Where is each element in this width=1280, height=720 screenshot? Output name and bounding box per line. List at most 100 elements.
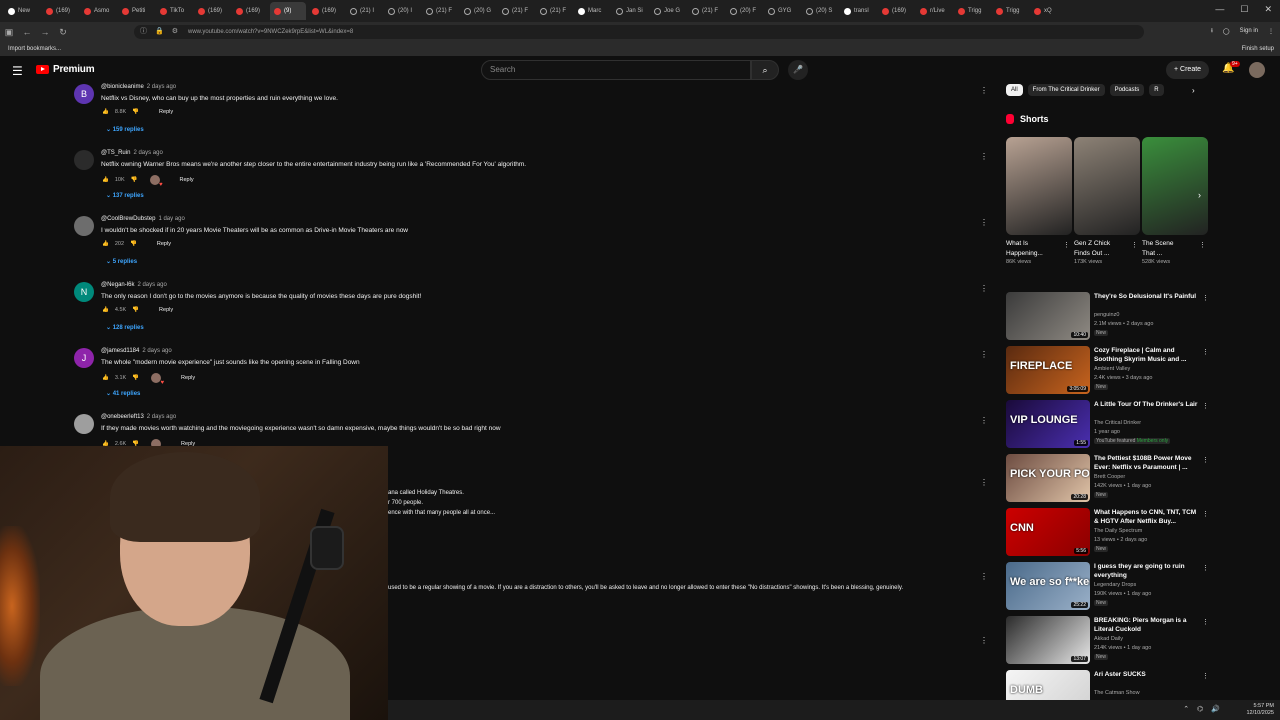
shorts-next-icon[interactable]: › bbox=[1198, 190, 1201, 200]
video-menu-icon[interactable]: ⋮ bbox=[1202, 618, 1209, 626]
video-channel[interactable]: penguinz0 bbox=[1094, 312, 1119, 318]
recommended-video[interactable]: We are so f**ked 25:22 I guess they are go… bbox=[1006, 562, 1222, 612]
comment-author[interactable]: @TS_Ruin 2 days ago bbox=[101, 150, 163, 156]
browser-tab[interactable]: New bbox=[4, 2, 40, 20]
video-channel[interactable]: Legendary Drops bbox=[1094, 582, 1136, 588]
recommended-video[interactable]: PICK YOUR POISON 20:28 The Pettiest $108B … bbox=[1006, 454, 1222, 504]
video-thumbnail[interactable]: CNN 5:56 bbox=[1006, 508, 1090, 556]
short-item[interactable]: Gen Z Chick Finds Out ... 173K views ⋮ bbox=[1074, 137, 1140, 265]
video-title[interactable]: Cozy Fireplace | Calm and Soothing Skyri… bbox=[1094, 346, 1198, 364]
browser-tab[interactable]: (21) F bbox=[422, 2, 458, 20]
like-icon[interactable]: 👍 bbox=[102, 241, 109, 247]
browser-tab[interactable]: xQ bbox=[1030, 2, 1066, 20]
video-menu-icon[interactable]: ⋮ bbox=[1202, 456, 1209, 464]
comment-author[interactable]: @Negan-l6k 2 days ago bbox=[101, 282, 167, 288]
video-menu-icon[interactable]: ⋮ bbox=[1202, 672, 1209, 680]
like-icon[interactable]: 👍 bbox=[102, 375, 109, 381]
comment-author[interactable]: @onebeerleft13 2 days ago bbox=[101, 414, 176, 420]
browser-tab[interactable]: Joe G bbox=[650, 2, 686, 20]
short-menu-icon[interactable]: ⋮ bbox=[1131, 241, 1138, 249]
video-channel[interactable]: Akkad Daily bbox=[1094, 636, 1123, 642]
network-icon[interactable]: ⌬ bbox=[1197, 705, 1203, 713]
commenter-avatar[interactable]: B bbox=[74, 84, 94, 104]
comment-time[interactable]: 2 days ago bbox=[133, 150, 162, 156]
video-title[interactable]: I guess they are going to ruin everythin… bbox=[1094, 562, 1198, 580]
chevron-up-icon[interactable]: ⌃ bbox=[1183, 705, 1189, 713]
maximize-icon[interactable]: ☐ bbox=[1240, 4, 1248, 15]
comment-menu-icon[interactable]: ⋮ bbox=[980, 284, 988, 293]
video-menu-icon[interactable]: ⋮ bbox=[1202, 294, 1209, 302]
sidebar-toggle-icon[interactable]: ▣ bbox=[0, 27, 18, 38]
dislike-icon[interactable]: 👎 bbox=[131, 177, 138, 183]
back-icon[interactable]: ← bbox=[18, 27, 36, 37]
short-menu-icon[interactable]: ⋮ bbox=[1199, 241, 1206, 249]
video-thumbnail[interactable]: 10:40 bbox=[1006, 292, 1090, 340]
like-icon[interactable]: 👍 bbox=[102, 177, 109, 183]
author-handle[interactable]: @onebeerleft13 bbox=[101, 414, 144, 420]
dislike-icon[interactable]: 👎 bbox=[132, 307, 139, 313]
dislike-icon[interactable]: 👎 bbox=[132, 375, 139, 381]
browser-tab[interactable]: TikTo bbox=[156, 2, 192, 20]
comment-author[interactable]: @CoolBrewDubstep 1 day ago bbox=[101, 216, 185, 222]
comment-author[interactable]: @bionicleanime 2 days ago bbox=[101, 84, 176, 90]
comment-menu-icon[interactable]: ⋮ bbox=[980, 636, 988, 645]
video-thumbnail[interactable]: PICK YOUR POISON 20:28 bbox=[1006, 454, 1090, 502]
browser-tab[interactable]: (20) S bbox=[802, 2, 838, 20]
browser-tab[interactable]: transl bbox=[840, 2, 876, 20]
browser-tab[interactable]: (169) bbox=[42, 2, 78, 20]
browser-tab[interactable]: (20) F bbox=[726, 2, 762, 20]
commenter-avatar[interactable]: N bbox=[74, 282, 94, 302]
video-thumbnail[interactable]: FIREPLACE 3:05:09 bbox=[1006, 346, 1090, 394]
recommended-video[interactable]: 13:07 BREAKING: Piers Morgan is a Literal… bbox=[1006, 616, 1222, 666]
commenter-avatar[interactable] bbox=[74, 150, 94, 170]
video-title[interactable]: What Happens to CNN, TNT, TCM & HGTV Aft… bbox=[1094, 508, 1198, 526]
lock-icon[interactable]: 🔒 bbox=[155, 25, 164, 39]
browser-tab[interactable]: Trigg bbox=[954, 2, 990, 20]
reload-icon[interactable]: ↻ bbox=[54, 27, 72, 38]
author-handle[interactable]: @bionicleanime bbox=[101, 84, 144, 90]
short-thumbnail[interactable] bbox=[1074, 137, 1140, 235]
video-thumbnail[interactable]: We are so f**ked 25:22 bbox=[1006, 562, 1090, 610]
reply-button[interactable]: Reply bbox=[159, 307, 173, 313]
youtube-logo[interactable]: Premium bbox=[36, 64, 95, 75]
video-title[interactable]: They're So Delusional It's Painful bbox=[1094, 292, 1198, 301]
like-icon[interactable]: 👍 bbox=[102, 307, 109, 313]
finish-setup-button[interactable]: Finish setup bbox=[1242, 42, 1274, 56]
short-item[interactable]: The Scene That ... 528K views ⋮ bbox=[1142, 137, 1208, 265]
sign-in-label[interactable]: Sign in bbox=[1240, 28, 1258, 34]
download-icon[interactable]: ⭳ bbox=[1211, 26, 1213, 36]
dislike-icon[interactable]: 👎 bbox=[130, 241, 137, 247]
create-button[interactable]: + Create bbox=[1166, 61, 1210, 79]
browser-tab[interactable]: (20) G bbox=[460, 2, 496, 20]
short-menu-icon[interactable]: ⋮ bbox=[1063, 241, 1070, 249]
account-avatar[interactable] bbox=[1249, 62, 1265, 78]
comment-time[interactable]: 1 day ago bbox=[158, 216, 184, 222]
browser-tab[interactable]: (169) bbox=[878, 2, 914, 20]
recommended-video[interactable]: FIREPLACE 3:05:09 Cozy Fireplace | Calm an… bbox=[1006, 346, 1222, 396]
video-menu-icon[interactable]: ⋮ bbox=[1202, 402, 1209, 410]
comment-menu-icon[interactable]: ⋮ bbox=[980, 152, 988, 161]
url-field[interactable]: www.youtube.com/watch?v=9NWCZek9rpE&list… bbox=[134, 25, 1144, 39]
comment-author[interactable]: @jamesd1184 2 days ago bbox=[101, 348, 172, 354]
commenter-avatar[interactable]: J bbox=[74, 348, 94, 368]
chevron-right-icon[interactable]: › bbox=[1192, 86, 1195, 95]
video-channel[interactable]: The Daily Spectrum bbox=[1094, 528, 1142, 534]
browser-tab[interactable]: Petiti bbox=[118, 2, 154, 20]
browser-tab[interactable]: Asmo bbox=[80, 2, 116, 20]
comment-menu-icon[interactable]: ⋮ bbox=[980, 416, 988, 425]
commenter-avatar[interactable] bbox=[74, 414, 94, 434]
comment-time[interactable]: 2 days ago bbox=[147, 414, 176, 420]
author-handle[interactable]: @jamesd1184 bbox=[101, 348, 139, 354]
browser-tab[interactable]: (21) F bbox=[498, 2, 534, 20]
browser-tab[interactable]: Marc bbox=[574, 2, 610, 20]
comment-time[interactable]: 2 days ago bbox=[142, 348, 171, 354]
profile-icon[interactable]: ◯ bbox=[1223, 28, 1230, 35]
author-handle[interactable]: @CoolBrewDubstep bbox=[101, 216, 155, 222]
video-menu-icon[interactable]: ⋮ bbox=[1202, 510, 1209, 518]
video-menu-icon[interactable]: ⋮ bbox=[1202, 564, 1209, 572]
view-replies-button[interactable]: ⌄ 5 replies bbox=[106, 258, 137, 265]
reply-button[interactable]: Reply bbox=[181, 375, 195, 381]
filter-chip[interactable]: All bbox=[1006, 84, 1023, 96]
browser-tab[interactable]: Jan Si bbox=[612, 2, 648, 20]
view-replies-button[interactable]: ⌄ 159 replies bbox=[106, 126, 144, 133]
